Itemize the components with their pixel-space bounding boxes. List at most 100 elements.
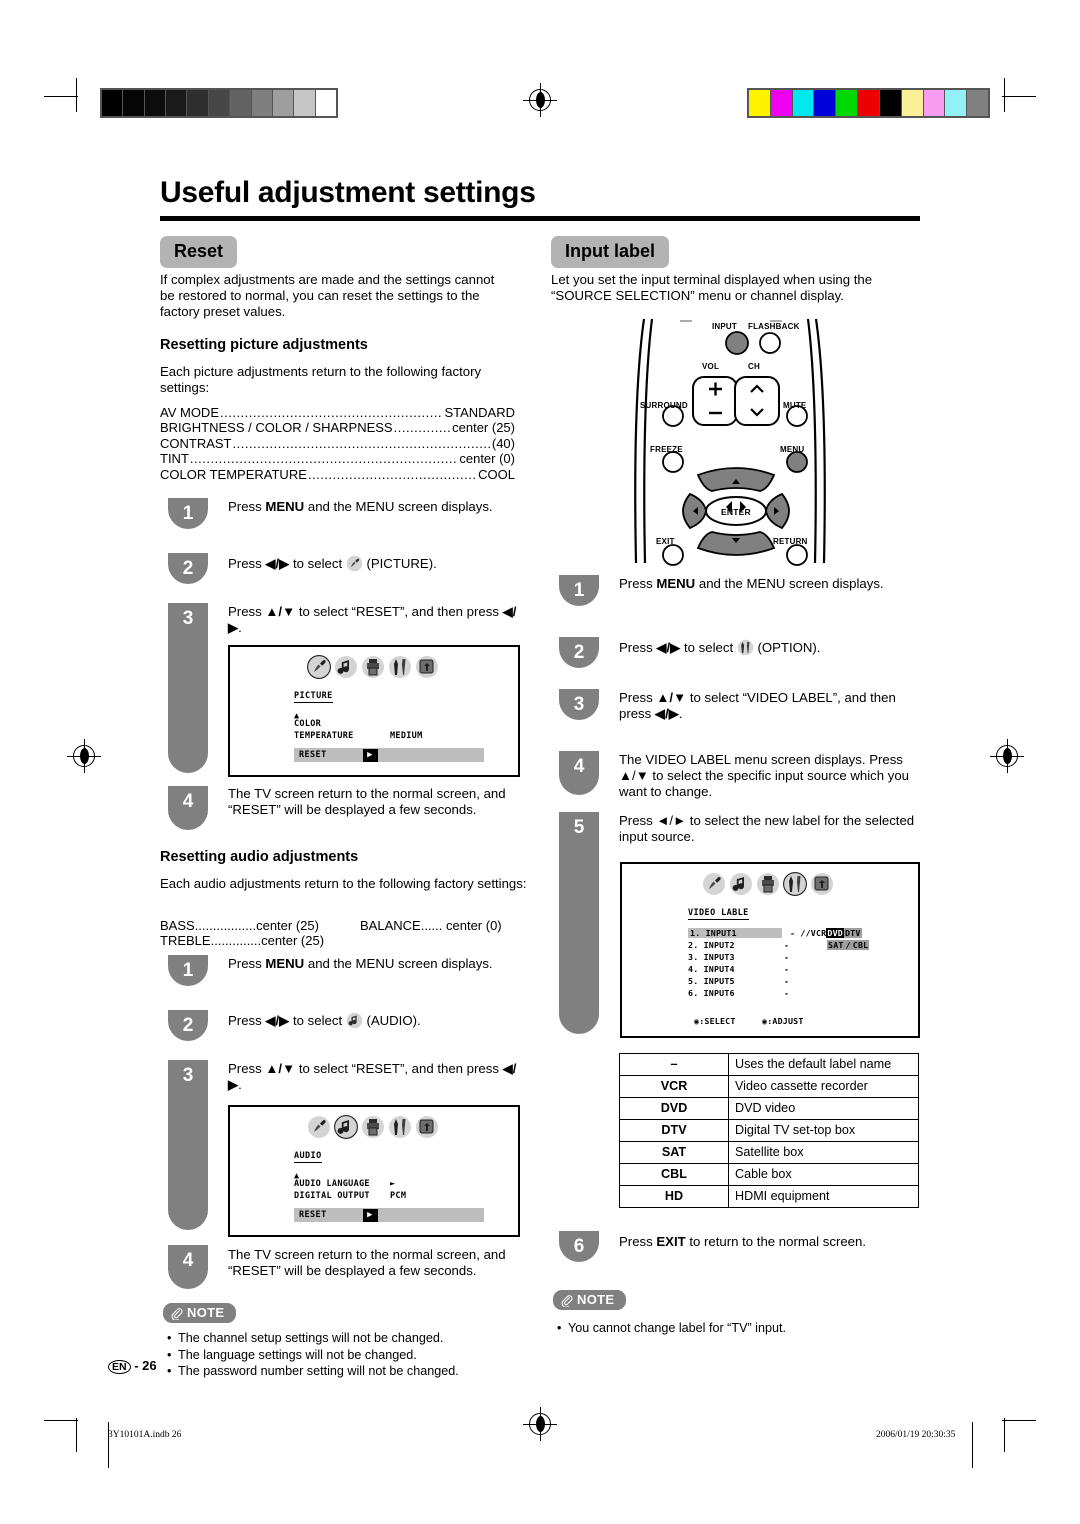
step-number: 1	[182, 503, 194, 524]
reset-intro-text: If complex adjustments are made and the …	[160, 272, 495, 319]
step-number: 3	[573, 694, 585, 715]
step-text-input-1: Press MENU and the MENU screen displays.	[619, 576, 884, 591]
color-swatch	[879, 90, 902, 116]
picture-icon[interactable]	[307, 655, 331, 679]
osd-footer-adjust: ◉:ADJUST	[762, 1016, 804, 1026]
step-badge-input-1: 1	[559, 575, 599, 606]
step-number: 4	[573, 756, 585, 777]
osd-icon-row	[307, 1115, 439, 1139]
picture-icon[interactable]	[702, 872, 726, 896]
step-number: 3	[182, 1065, 194, 1086]
audio-setting-bass: BASS.................center (25)	[160, 918, 319, 933]
manual-page: Useful adjustment settings Reset If comp…	[0, 0, 1080, 1524]
label-key: SAT	[619, 1141, 729, 1164]
color-swatch	[836, 90, 859, 116]
audio-icon[interactable]	[729, 872, 753, 896]
osd-reset-arrow-icon: ▶	[362, 1208, 378, 1222]
color-swatch	[945, 90, 968, 116]
remote-label-input: INPUT	[712, 322, 737, 331]
note-badge-left: NOTE	[163, 1303, 237, 1323]
osd-reset-row-picture[interactable]: RESET ▶	[294, 748, 484, 762]
picture-icon[interactable]	[307, 1115, 331, 1139]
osd-input-dash: -	[784, 964, 790, 974]
remote-label-exit: EXIT	[656, 537, 675, 546]
power-control-icon[interactable]	[756, 872, 780, 896]
gray-swatch	[144, 90, 167, 116]
gray-swatch	[272, 90, 295, 116]
gray-swatch	[123, 90, 145, 116]
step-text-picture-2: Press ◀/▶ to select (PICTURE).	[228, 555, 437, 572]
setup-lock-icon[interactable]	[415, 655, 439, 679]
footer-filename: 3Y10101A.indb 26	[108, 1430, 182, 1440]
power-control-icon[interactable]	[361, 1115, 385, 1139]
option-icon[interactable]	[783, 872, 807, 896]
osd-input-dash: -	[784, 976, 790, 986]
registration-target-right	[990, 739, 1024, 773]
step-badge-input-6: 6	[559, 1231, 599, 1262]
osd-input-dash: -	[784, 988, 790, 998]
osd-input-row[interactable]: 1. INPUT1	[688, 928, 782, 938]
osd-input-row[interactable]: 3. INPUT3	[688, 952, 735, 962]
remote-label-mute: MUTE	[783, 401, 807, 410]
option-icon[interactable]	[388, 1115, 412, 1139]
note-clip-icon	[560, 1294, 573, 1310]
factory-setting-row: AV MODE.................................…	[160, 405, 515, 420]
remote-label-freeze: FREEZE	[650, 445, 683, 454]
picture-menu-icon	[346, 555, 363, 572]
step-text-picture-1: Press MENU and the MENU screen displays.	[228, 499, 493, 514]
factory-setting-row: CONTRAST................................…	[160, 435, 515, 451]
gray-swatch	[294, 90, 316, 116]
step-number: 1	[182, 960, 194, 981]
remote-label-return: RETURN	[773, 537, 808, 546]
step-badge-input-3: 3	[559, 689, 599, 720]
step-number: 4	[182, 791, 194, 812]
osd-option-line-2[interactable]: SAT / CBL	[827, 940, 870, 950]
note-label: NOTE	[577, 1292, 615, 1307]
option-dvd-selected: DVD	[826, 928, 844, 938]
option-sat: SAT	[827, 940, 845, 950]
registration-target-bottom	[523, 1407, 557, 1441]
osd-icon-row	[702, 872, 834, 896]
step-badge-picture-4: 4	[168, 786, 208, 830]
remote-label-surround: SURROUND	[640, 401, 688, 410]
osd-row-color: COLOR	[294, 719, 322, 729]
crop-mark-bl-v	[76, 1418, 77, 1452]
osd-option-line-1[interactable]: - //VCRDVD DTV	[790, 928, 862, 938]
table-row: VCR Video cassette recorder	[619, 1075, 919, 1098]
input-label-reference-table: – Uses the default label name VCR Video cas…	[619, 1053, 919, 1208]
step-text-input-4: The VIDEO LABEL menu screen displays. Pr…	[619, 752, 909, 799]
osd-reset-row-audio[interactable]: RESET ▶	[294, 1208, 484, 1222]
locale-badge: EN	[108, 1360, 131, 1374]
audio-icon[interactable]	[334, 1115, 358, 1139]
section-heading-input-label: Input label	[551, 236, 669, 268]
osd-input-row[interactable]: 2. INPUT2	[688, 940, 735, 950]
step-number: 2	[573, 642, 585, 663]
audio-icon[interactable]	[334, 655, 358, 679]
option-menu-icon	[737, 639, 754, 656]
option-vcr: /VCR	[805, 928, 827, 938]
step-text-audio-1: Press MENU and the MENU screen displays.	[228, 956, 493, 971]
gray-swatch	[208, 90, 231, 116]
osd-input-row[interactable]: 4. INPUT4	[688, 964, 735, 974]
step-number: 4	[182, 1250, 194, 1271]
label-description: DVD video	[728, 1097, 919, 1120]
setup-lock-icon[interactable]	[810, 872, 834, 896]
step-text-audio-3: Press ▲/▼ to select “RESET”, and then pr…	[228, 1061, 517, 1092]
osd-value-digital-output: PCM	[390, 1191, 407, 1201]
note-label: NOTE	[187, 1305, 225, 1320]
step-text-input-2: Press ◀/▶ to select (OPTION).	[619, 639, 821, 656]
power-control-icon[interactable]	[361, 655, 385, 679]
osd-input-row[interactable]: 6. INPUT6	[688, 988, 735, 998]
option-icon[interactable]	[388, 655, 412, 679]
gray-swatch	[187, 90, 209, 116]
step-badge-audio-3: 3	[168, 1060, 208, 1230]
step-badge-input-2: 2	[559, 637, 599, 668]
osd-video-label-menu: VIDEO LABLE 1. INPUT1 2. INPUT2 - 3. INPUT3…	[620, 862, 920, 1038]
osd-input-row[interactable]: 5. INPUT5	[688, 976, 735, 986]
remote-label-flashback: FLASHBACK	[748, 322, 800, 331]
table-row: DTV Digital TV set-top box	[619, 1119, 919, 1142]
setup-lock-icon[interactable]	[415, 1115, 439, 1139]
remote-label-enter: ENTER	[721, 507, 751, 517]
label-key: CBL	[619, 1163, 729, 1186]
label-description: HDMI equipment	[728, 1185, 919, 1208]
